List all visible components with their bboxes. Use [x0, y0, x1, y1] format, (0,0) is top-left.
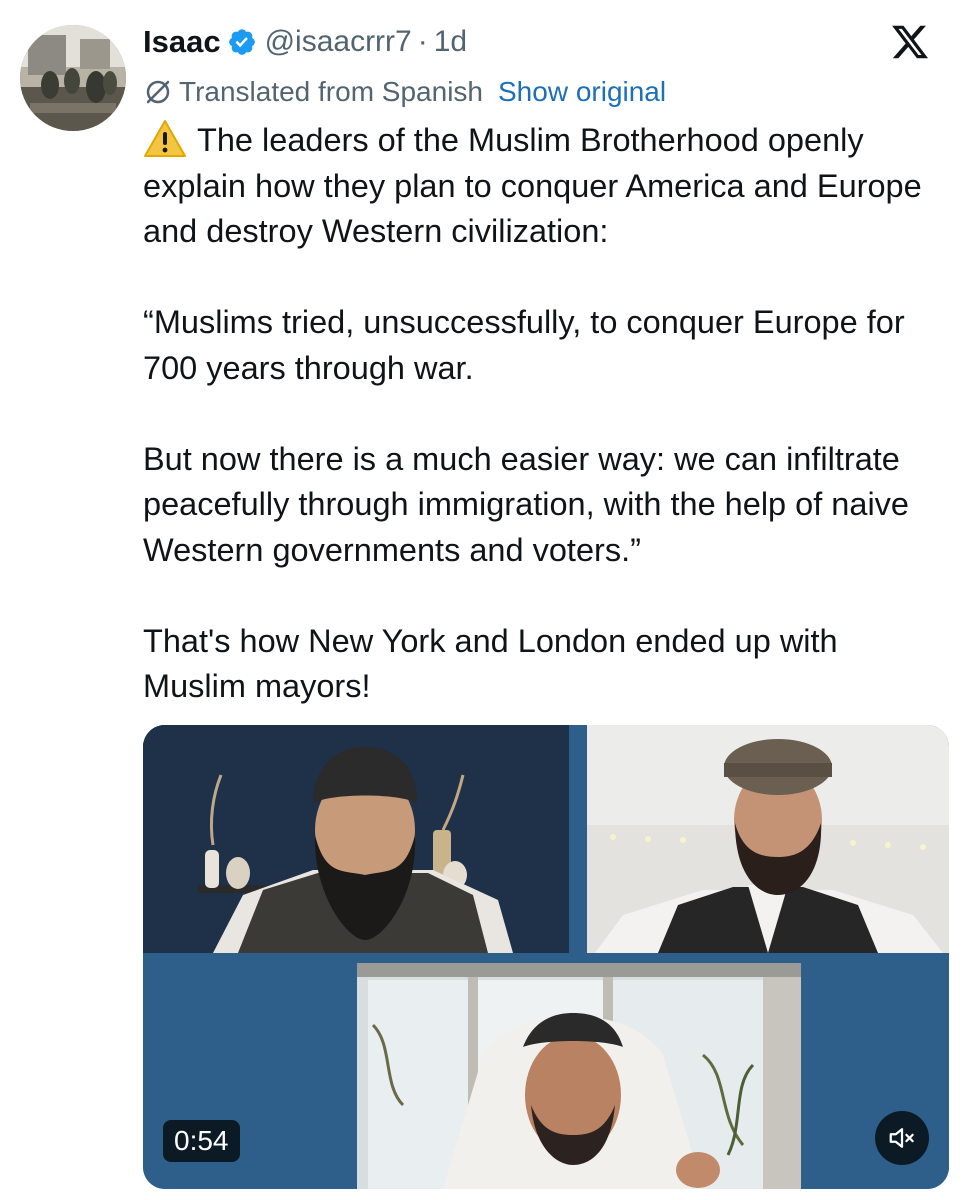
- translated-label: Translated from Spanish: [179, 76, 483, 107]
- video-panel-bottom: [357, 963, 801, 1189]
- separator-dot: ·: [417, 25, 428, 58]
- tweet-paragraph: That's how New York and London ended up …: [143, 622, 838, 705]
- tweet-text: The leaders of the Muslim Brotherhood op…: [143, 118, 943, 710]
- tweet-paragraph: The leaders of the Muslim Brotherhood op…: [143, 118, 943, 255]
- author-avatar[interactable]: [20, 25, 126, 131]
- video-panel-top-left: [143, 725, 569, 953]
- translation-notice: Translated from Spanish Show original: [143, 72, 666, 112]
- speaker-muted-icon: [889, 1128, 914, 1148]
- tweet-paragraph: But now there is a much easier way: we c…: [143, 440, 909, 568]
- avatar-image: [20, 25, 126, 131]
- verified-badge-icon[interactable]: [227, 27, 257, 57]
- warning-icon: [143, 119, 187, 159]
- mute-toggle-button[interactable]: [875, 1111, 929, 1165]
- timestamp[interactable]: 1d: [434, 25, 467, 59]
- globe-off-icon: [143, 77, 173, 107]
- tweet-header: Isaac @isaacrrr7 · 1d: [143, 22, 467, 62]
- show-original-link[interactable]: Show original: [498, 76, 666, 108]
- tweet-paragraph: “Muslims tried, unsuccessfully, to conqu…: [143, 304, 905, 386]
- video-duration: 0:54: [163, 1120, 240, 1162]
- video-panel-top-right: [587, 725, 949, 953]
- x-logo-icon[interactable]: [890, 22, 930, 62]
- video-frame: [143, 725, 949, 1189]
- author-handle[interactable]: @isaacrrr7: [265, 25, 412, 59]
- video-player[interactable]: 0:54: [143, 725, 949, 1189]
- display-name[interactable]: Isaac: [143, 24, 221, 60]
